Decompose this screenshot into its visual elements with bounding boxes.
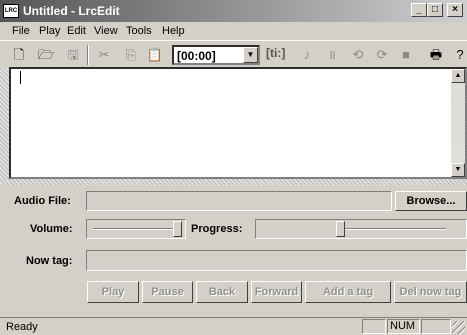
play-button[interactable]: Play	[87, 281, 139, 303]
volume-slider[interactable]	[86, 219, 186, 239]
menu-tools[interactable]: Tools	[126, 25, 152, 37]
title-bar: LRC Untitled - LrcEdit _ □ ×	[0, 0, 467, 22]
help-button[interactable]: ?	[451, 46, 467, 64]
now-tag-label: Now tag:	[26, 255, 73, 267]
stop-icon: ■	[402, 47, 410, 62]
volume-track	[93, 228, 179, 230]
arrow-down-icon: ▼	[454, 166, 462, 173]
menu-help[interactable]: Help	[162, 25, 185, 37]
copy-button[interactable]: ⎘	[122, 46, 140, 64]
combo-arrow-button[interactable]: ▼	[243, 47, 258, 63]
forward-button[interactable]: Forward	[251, 281, 302, 303]
audio-file-field[interactable]	[86, 191, 392, 211]
progress-track	[336, 228, 446, 230]
help-icon: ?	[456, 47, 464, 62]
rewind-tool-button[interactable]: ⟲	[349, 46, 367, 64]
paste-icon: 📋	[146, 47, 164, 62]
copy-icon: ⎘	[125, 47, 137, 62]
pause-icon: ॥	[328, 47, 336, 62]
pause-tool-button[interactable]: ॥	[323, 46, 341, 64]
status-pane-caps	[362, 319, 386, 334]
forward-tool-button[interactable]: ⟳	[373, 46, 391, 64]
scroll-down-button[interactable]: ▼	[451, 163, 465, 177]
status-pane-scrl	[421, 319, 451, 334]
time-value: [00:00]	[177, 49, 216, 63]
back-button[interactable]: Back	[196, 281, 248, 303]
scroll-up-button[interactable]: ▲	[451, 69, 465, 83]
maximize-button[interactable]: □	[427, 3, 443, 17]
print-icon: 🖶	[429, 47, 443, 62]
new-file-icon: 🗋	[13, 47, 25, 62]
app-icon: LRC	[3, 4, 19, 18]
close-icon: ×	[452, 4, 458, 15]
cut-button[interactable]: ✂	[95, 46, 113, 64]
play-tool-button[interactable]: ♪	[298, 46, 316, 64]
maximize-icon: □	[431, 4, 439, 15]
window-title: Untitled - LrcEdit	[23, 4, 120, 18]
ti-tag-button[interactable]: [ti:]	[266, 46, 285, 60]
open-folder-icon: 🗁	[37, 47, 55, 62]
now-tag-field[interactable]	[86, 250, 467, 271]
menu-edit[interactable]: Edit	[67, 25, 86, 37]
status-pane-num: NUM	[387, 319, 420, 334]
save-button[interactable]: 🖫	[64, 46, 82, 64]
status-bar: Ready NUM	[0, 317, 467, 335]
minimize-icon: _	[416, 4, 422, 15]
pause-button[interactable]: Pause	[142, 281, 193, 303]
status-text: Ready	[6, 321, 38, 333]
menu-file[interactable]: File	[12, 25, 30, 37]
del-tag-button[interactable]: Del now tag	[394, 281, 467, 303]
browse-button[interactable]: Browse...	[395, 191, 467, 211]
editor-splitter[interactable]	[0, 179, 467, 185]
editor-gutter	[0, 67, 9, 179]
resize-grip-icon[interactable]	[452, 321, 465, 334]
menu-bar: File Play Edit View Tools Help	[0, 22, 467, 40]
chevron-down-icon: ▼	[246, 50, 255, 59]
vertical-scrollbar[interactable]: ▲ ▼	[451, 69, 465, 177]
progress-thumb[interactable]	[336, 221, 345, 237]
progress-slider[interactable]	[255, 219, 467, 239]
save-icon: 🖫	[67, 47, 79, 62]
stop-tool-button[interactable]: ■	[397, 46, 415, 64]
audio-file-label: Audio File:	[14, 195, 71, 207]
close-button[interactable]: ×	[447, 3, 463, 17]
arrow-up-icon: ▲	[454, 72, 462, 79]
add-tag-button[interactable]: Add a tag	[305, 281, 391, 303]
menu-view[interactable]: View	[94, 25, 118, 37]
cut-icon: ✂	[98, 47, 110, 62]
forward-icon: ⟳	[376, 47, 388, 62]
minimize-button[interactable]: _	[411, 3, 427, 17]
toolbar: 🗋 🗁 🖫 ✂ ⎘ 📋 [00:00] ▼ [ti:] ♪ ॥ ⟲ ⟳ ■ 🖶 …	[0, 40, 467, 68]
menu-play[interactable]: Play	[39, 25, 60, 37]
rewind-icon: ⟲	[352, 47, 364, 62]
open-button[interactable]: 🗁	[37, 46, 55, 64]
progress-label: Progress:	[191, 223, 243, 235]
toolbar-separator	[87, 45, 89, 65]
volume-label: Volume:	[30, 223, 73, 235]
lyrics-editor[interactable]	[9, 67, 467, 179]
volume-thumb[interactable]	[173, 221, 182, 237]
time-combo[interactable]: [00:00] ▼	[172, 45, 260, 65]
text-caret	[20, 71, 21, 84]
new-file-button[interactable]: 🗋	[10, 46, 28, 64]
note-icon: ♪	[303, 47, 311, 62]
print-button[interactable]: 🖶	[427, 46, 445, 64]
paste-button[interactable]: 📋	[146, 46, 164, 64]
